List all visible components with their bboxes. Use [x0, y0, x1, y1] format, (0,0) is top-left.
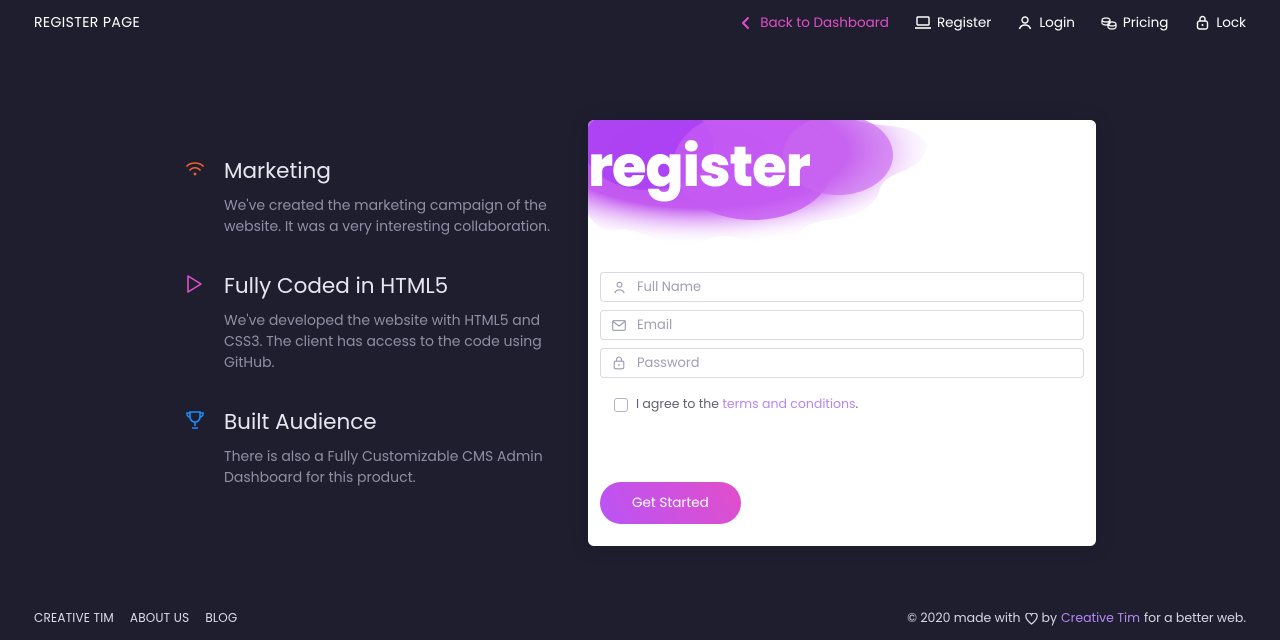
nav-register[interactable]: Register [915, 13, 991, 33]
feature-desc: There is also a Fully Customizable CMS A… [224, 446, 564, 488]
terms-link[interactable]: terms and conditions [722, 396, 855, 413]
feature-desc: We've created the marketing campaign of … [224, 195, 564, 237]
register-card: register [588, 120, 1096, 546]
email-group [600, 310, 1084, 340]
nav-label: Login [1039, 13, 1075, 33]
password-group [600, 348, 1084, 378]
nav-label: Lock [1216, 13, 1246, 33]
user-icon [1017, 15, 1033, 31]
feature-html5: Fully Coded in HTML5 We've developed the… [184, 269, 564, 373]
coins-icon [1101, 15, 1117, 31]
chevron-left-icon [738, 15, 754, 31]
agree-row: I agree to the terms and conditions. [600, 386, 1084, 414]
nav-login[interactable]: Login [1017, 13, 1075, 33]
nav-lock[interactable]: Lock [1194, 13, 1246, 33]
agree-text: I agree to the terms and conditions. [636, 396, 858, 414]
nav-label: Register [937, 13, 991, 33]
feature-audience: Built Audience There is also a Fully Cus… [184, 405, 564, 488]
page-footer: CREATIVE TIM ABOUT US BLOG © 2020 made w… [0, 598, 1280, 640]
feature-title: Marketing [224, 154, 564, 187]
play-icon [184, 273, 206, 295]
copy-by: by [1042, 610, 1058, 628]
trophy-icon [184, 409, 206, 431]
agree-checkbox[interactable] [614, 398, 628, 412]
wifi-icon [184, 158, 206, 180]
page-title: REGISTER PAGE [34, 12, 140, 33]
email-input[interactable] [627, 315, 1073, 335]
fullname-input[interactable] [627, 277, 1073, 297]
footer-ct-link[interactable]: Creative Tim [1061, 610, 1140, 628]
password-input[interactable] [627, 353, 1073, 373]
mail-icon [611, 320, 627, 331]
top-nav: REGISTER PAGE Back to Dashboard Register… [0, 0, 1280, 45]
footer-link-about-us[interactable]: ABOUT US [130, 610, 189, 628]
main-content: Marketing We've created the marketing ca… [0, 120, 1280, 546]
footer-link-blog[interactable]: BLOG [205, 610, 237, 628]
nav-label: Back to Dashboard [760, 13, 889, 33]
nav-back-to-dashboard[interactable]: Back to Dashboard [738, 13, 889, 33]
nav-pricing[interactable]: Pricing [1101, 13, 1168, 33]
nav-label: Pricing [1123, 13, 1168, 33]
fullname-group [600, 272, 1084, 302]
nav-links: Back to Dashboard Register Login Pricing… [738, 13, 1246, 33]
feature-desc: We've developed the website with HTML5 a… [224, 310, 564, 373]
get-started-button[interactable]: Get Started [600, 482, 741, 524]
laptop-icon [915, 15, 931, 31]
card-footer: Get Started [588, 432, 1096, 546]
footer-copy: © 2020 made with by Creative Tim for a b… [907, 610, 1246, 628]
agree-suffix: . [856, 396, 859, 413]
heart-icon [1025, 613, 1038, 625]
footer-link-creative-tim[interactable]: CREATIVE TIM [34, 610, 114, 628]
feature-marketing: Marketing We've created the marketing ca… [184, 154, 564, 237]
user-icon [611, 281, 627, 294]
feature-title: Fully Coded in HTML5 [224, 269, 564, 302]
copy-prefix: © 2020 made with [907, 610, 1020, 628]
card-body: I agree to the terms and conditions. [588, 260, 1096, 432]
agree-prefix: I agree to the [636, 396, 722, 413]
card-heading: register [588, 124, 810, 209]
copy-tail: for a better web. [1144, 610, 1246, 628]
feature-title: Built Audience [224, 405, 564, 438]
features-column: Marketing We've created the marketing ca… [184, 120, 564, 546]
footer-links: CREATIVE TIM ABOUT US BLOG [34, 610, 237, 628]
lock-icon [611, 356, 627, 370]
lock-icon [1194, 15, 1210, 31]
card-header: register [588, 120, 1096, 260]
